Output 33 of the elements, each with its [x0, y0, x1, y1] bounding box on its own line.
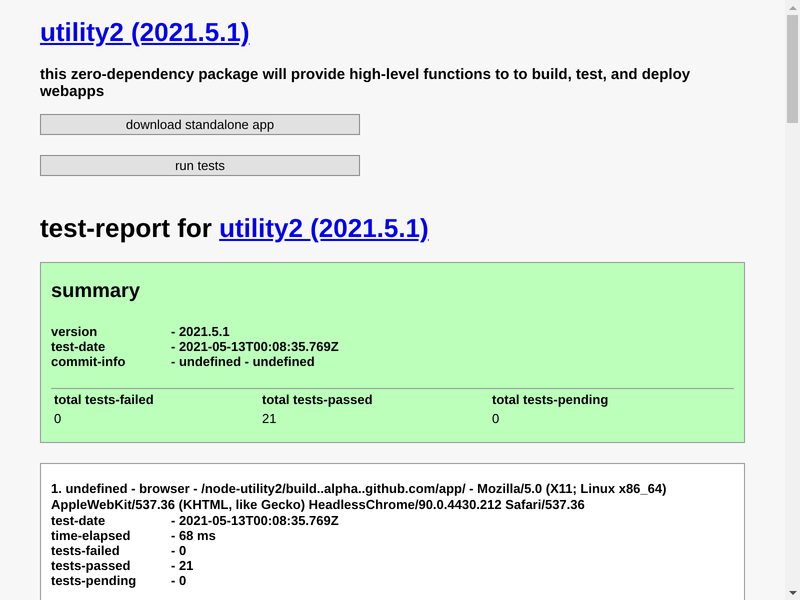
total-label: total tests-passed [262, 392, 373, 407]
field-label: test-date [51, 513, 106, 528]
summary-heading: summary [51, 279, 141, 303]
action-button[interactable]: download standalone app [40, 114, 360, 135]
field-label: commit-info [51, 354, 126, 369]
field-label: tests-pending [51, 573, 138, 588]
scrollbar-thumb[interactable] [787, 15, 798, 123]
field-value: - 2021-05-13T00:08:35.769Z [171, 513, 339, 528]
title-link[interactable]: utility2 (2021.5.1) [40, 17, 250, 47]
description-text: this zero-dependency package will provide high-level functions to to build, test, and deploy webapps [40, 66, 692, 100]
field-value: - 2021-05-13T00:08:35.769Z [171, 339, 339, 354]
total-label: total tests-pending [492, 392, 608, 407]
total-label: total tests-failed [54, 392, 154, 407]
scroll-down-icon[interactable] [788, 591, 796, 595]
total-value: 21 [262, 411, 276, 426]
field-value: - 21 [171, 558, 194, 573]
field-label: version [51, 324, 98, 339]
field-value: - 2021.5.1 [171, 324, 231, 339]
field-label: tests-failed [51, 543, 121, 558]
field-label: tests-passed [51, 558, 132, 573]
field-label: test-date [51, 339, 106, 354]
total-value: 0 [54, 411, 62, 426]
field-value: - 0 [171, 543, 188, 558]
field-value: - 0 [171, 573, 188, 588]
field-label: time-elapsed [51, 528, 132, 543]
report-title-link[interactable]: utility2 (2021.5.1) [219, 213, 429, 243]
total-value: 0 [492, 411, 500, 426]
scrollbar[interactable] [785, 0, 800, 600]
field-value: - undefined - undefined [171, 354, 316, 369]
field-value: - 68 ms [171, 528, 217, 543]
action-button[interactable]: run tests [40, 155, 360, 176]
report-heading: test-report for [40, 213, 212, 243]
scroll-up-icon[interactable] [788, 6, 796, 10]
